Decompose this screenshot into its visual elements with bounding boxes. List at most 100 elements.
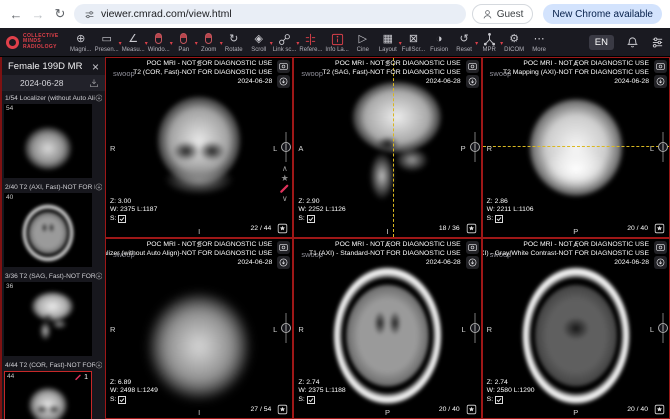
series-item[interactable]: 2/40 T2 (AXI, Fast)-NOT FOR DIA... 40 — [2, 180, 105, 267]
play-icon: ▷ — [358, 32, 368, 45]
pencil-icon — [74, 373, 82, 381]
capture-icon[interactable] — [653, 241, 667, 254]
reset-icon: ↺ — [459, 32, 469, 45]
tool-reference-lines[interactable]: Refere... — [298, 32, 323, 53]
series-thumbnail-selected[interactable]: 44 1 — [4, 371, 92, 419]
info-labels-icon — [325, 33, 348, 46]
download-icon[interactable] — [277, 75, 291, 88]
viewport-date: 2024-06-28 — [425, 78, 461, 85]
tool-zoom[interactable]: ▾ Zoom — [197, 32, 223, 53]
frame-counter: 20 / 40 — [627, 406, 648, 413]
viewport-4[interactable]: swoop POC MRI - NOT FOR DIAGNOSTIC USE L… — [105, 238, 294, 419]
thumbnail-image — [4, 282, 92, 356]
tool-presentation[interactable]: ▭ ▾ Presen... — [94, 32, 122, 53]
tool-fullscreen[interactable]: ⊠ FullScr... — [401, 32, 426, 53]
zoom-value: Z: 2.90 — [298, 197, 320, 205]
annotation-pencil-icon[interactable] — [279, 183, 290, 194]
tool-more[interactable]: ⋯ More — [527, 32, 551, 53]
viewport-5[interactable]: swoop POC MRI - NOT FOR DIAGNOSTIC USE T… — [293, 238, 482, 419]
language-button[interactable]: EN — [588, 34, 614, 50]
series-item[interactable]: 1/54 Localizer (without Auto Alig... 54 — [2, 91, 105, 178]
sync-checkbox-icon[interactable] — [118, 395, 127, 404]
orientation-right: L — [649, 143, 654, 153]
tool-magnify[interactable]: ⊕ Magni... — [69, 32, 93, 53]
series-item[interactable]: 3/36 T2 (SAG, Fast)-NOT FOR DIA... 36 — [2, 269, 105, 356]
forward-button[interactable]: → — [30, 7, 46, 22]
viewport-date: 2024-06-28 — [614, 78, 649, 85]
scrollbar-indicator[interactable] — [469, 131, 481, 162]
tool-link-scroll[interactable]: ▾ Link sc... — [272, 32, 299, 53]
export-key-image-icon[interactable] — [277, 404, 288, 415]
tool-layout[interactable]: ▦ ▾ Layout — [376, 32, 402, 53]
export-key-image-icon[interactable] — [466, 404, 477, 415]
back-button[interactable]: ← — [8, 7, 24, 22]
sync-checkbox-icon[interactable] — [306, 214, 315, 223]
series-thumbnail[interactable]: 54 — [4, 104, 92, 178]
sync-checkbox-icon[interactable] — [306, 395, 315, 404]
orientation-top: A — [384, 240, 390, 249]
scrollbar-indicator[interactable] — [280, 131, 292, 162]
download-icon[interactable] — [465, 256, 479, 269]
scrollbar-indicator[interactable] — [469, 312, 481, 343]
study-download-icon[interactable] — [89, 78, 99, 88]
scrollbar-indicator[interactable] — [657, 312, 669, 343]
series-download-icon[interactable] — [95, 94, 102, 102]
series-download-icon[interactable] — [95, 272, 102, 280]
sync-checkbox-icon[interactable] — [495, 214, 504, 223]
export-key-image-icon[interactable] — [654, 223, 665, 234]
viewport-3[interactable]: swoop POC MRI - NOT FOR DIAGNOSTIC USE T… — [481, 57, 670, 238]
download-icon[interactable] — [277, 256, 291, 269]
download-icon[interactable] — [653, 75, 667, 88]
download-icon[interactable] — [653, 256, 667, 269]
tool-pan[interactable]: ▾ Pan — [172, 32, 198, 53]
study-title: Female 199D MR — [8, 61, 83, 72]
orientation-bottom: I — [198, 408, 201, 417]
series-item[interactable]: 4/44 T2 (COR, Fast)-NOT FOR DI... 44 1 — [2, 358, 105, 419]
capture-icon[interactable] — [277, 60, 291, 73]
site-settings-icon[interactable] — [84, 9, 95, 20]
settings-sliders-icon[interactable] — [651, 36, 664, 49]
chevron-down-icon[interactable]: ∨ — [282, 194, 288, 203]
chrome-update-banner[interactable]: New Chrome available — [543, 4, 662, 24]
tool-cine[interactable]: ▷ Cine — [351, 32, 375, 53]
series-thumbnail[interactable]: 40 — [4, 193, 92, 267]
series-download-icon[interactable] — [95, 361, 102, 369]
viewport-1[interactable]: swoop POC MRI - NOT FOR DIAGNOSTIC USE T… — [105, 57, 294, 238]
viewport-date: 2024-06-28 — [614, 259, 649, 266]
viewport-2[interactable]: swoop POC MRI - NOT FOR DIAGNOSTIC USE T… — [293, 57, 482, 238]
tool-fusion[interactable]: ◑ Fusion — [427, 32, 451, 53]
tool-dicom[interactable]: ⚙ DICOM — [502, 32, 526, 53]
address-bar[interactable]: viewer.cmrad.com/view.html — [74, 4, 466, 24]
download-icon[interactable] — [465, 75, 479, 88]
tool-window-level[interactable]: ▾ Windo... — [147, 32, 173, 53]
fullscreen-icon: ⊠ — [408, 32, 419, 45]
tool-rotate[interactable]: ↻ Rotate — [222, 32, 246, 53]
tool-info-labels[interactable]: Info La... — [324, 32, 349, 53]
scrollbar-indicator[interactable] — [657, 131, 669, 162]
capture-icon[interactable] — [653, 60, 667, 73]
mpr-icon — [478, 32, 500, 46]
export-key-image-icon[interactable] — [277, 223, 288, 234]
capture-icon[interactable] — [465, 241, 479, 254]
capture-icon[interactable] — [277, 241, 291, 254]
reload-button[interactable]: ↻ — [52, 6, 68, 22]
series-thumbnail[interactable]: 36 — [4, 282, 92, 356]
tool-mpr[interactable]: ▾ MPR — [477, 32, 503, 53]
star-icon[interactable]: ★ — [281, 173, 289, 183]
tool-reset[interactable]: ↺ ▾ Reset — [452, 32, 478, 53]
tool-scroll[interactable]: ◈ ▾ Scroll — [247, 32, 273, 53]
chevron-up-icon[interactable]: ∧ — [282, 164, 288, 173]
export-key-image-icon[interactable] — [654, 404, 665, 415]
capture-icon[interactable] — [465, 60, 479, 73]
close-icon[interactable]: × — [92, 61, 99, 73]
guest-profile-button[interactable]: Guest — [471, 4, 534, 24]
sync-checkbox-icon[interactable] — [118, 214, 127, 223]
notifications-bell-icon[interactable] — [626, 36, 639, 49]
sync-checkbox-icon[interactable] — [495, 395, 504, 404]
export-key-image-icon[interactable] — [466, 223, 477, 234]
scrollbar-indicator[interactable] — [280, 312, 292, 343]
viewport-6[interactable]: swoop POC MRI - NOT FOR DIAGNOSTIC USE T… — [481, 238, 670, 419]
series-download-icon[interactable] — [95, 183, 102, 191]
magnify-icon: ⊕ — [76, 32, 86, 45]
tool-measure[interactable]: ∠ ▾ Measu... — [121, 32, 148, 53]
